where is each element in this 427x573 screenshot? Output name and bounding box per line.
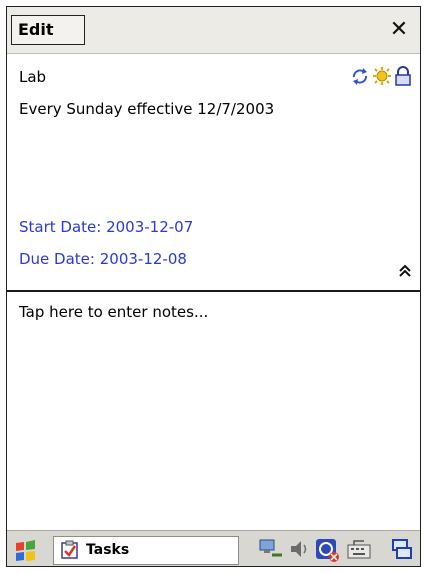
active-task-label: Tasks [86, 542, 130, 558]
edit-button[interactable]: Edit [11, 15, 85, 45]
section-divider [7, 290, 420, 292]
system-tray [254, 537, 418, 565]
recurrence-text[interactable]: Every Sunday effective 12/7/2003 [19, 100, 274, 118]
due-date[interactable]: Due Date: 2003-12-08 [19, 250, 187, 268]
title-bar: Edit ✕ [7, 7, 420, 54]
sync-icon[interactable] [314, 537, 340, 563]
priority-high-icon [373, 67, 391, 85]
window-icon[interactable] [390, 537, 412, 561]
start-date[interactable]: Start Date: 2003-12-07 [19, 218, 193, 236]
connectivity-icon[interactable] [258, 537, 284, 561]
tasks-icon [61, 540, 78, 559]
keyboard-icon[interactable] [346, 537, 372, 561]
task-detail-window: Edit ✕ Lab Every Sunday effective 12/7/2… [6, 6, 421, 567]
private-lock-icon [395, 66, 411, 86]
taskbar: Tasks [7, 530, 420, 566]
status-icons [344, 66, 414, 88]
volume-icon[interactable] [288, 537, 310, 561]
active-task-button[interactable]: Tasks [53, 536, 239, 565]
collapse-icon[interactable] [398, 264, 412, 278]
close-button[interactable]: ✕ [386, 15, 412, 45]
recurrence-icon [353, 68, 367, 85]
notes-area[interactable]: Tap here to enter notes... [19, 303, 208, 321]
task-details: Lab Every Sunday effective 12/7/2003 Sta… [7, 54, 420, 290]
task-name[interactable]: Lab [19, 68, 46, 86]
start-menu-icon[interactable] [13, 539, 39, 563]
